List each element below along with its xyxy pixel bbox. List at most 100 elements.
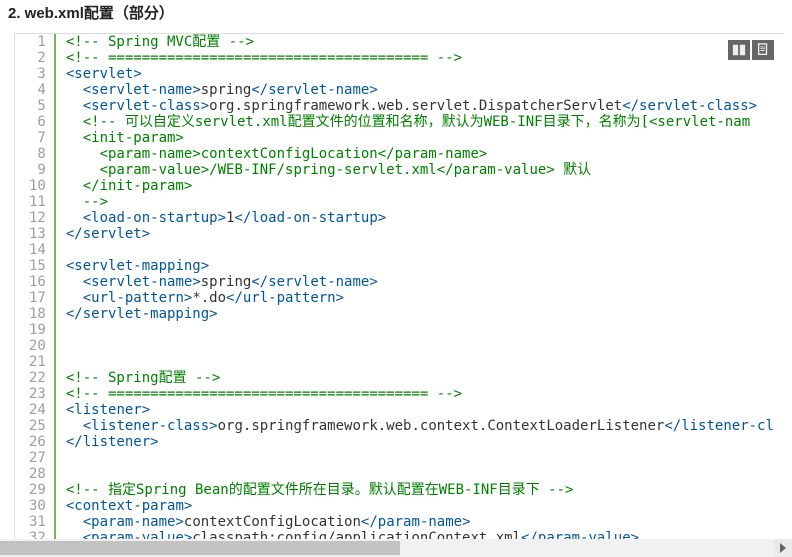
code-token: url-pattern (243, 290, 336, 306)
code-content: <param-name>contextConfigLocation</param… (55, 514, 774, 530)
code-token: < (83, 274, 91, 290)
line-number: 20 (15, 338, 55, 354)
code-token: servlet-name (268, 82, 369, 98)
code-content: </servlet> (55, 226, 774, 242)
code-token: < (83, 82, 91, 98)
code-content (55, 322, 774, 338)
code-line: 28 (15, 466, 774, 482)
code-token: servlet (83, 226, 142, 242)
code-token: org.springframework.web.servlet.Dispatch… (209, 98, 622, 114)
code-token: > (462, 514, 470, 530)
code-token: servlet-mapping (74, 258, 200, 274)
code-token: > (192, 82, 200, 98)
code-token: servlet-class (639, 98, 749, 114)
code-line: 6 <!-- 可以自定义servlet.xml配置文件的位置和名称，默认为WEB… (15, 114, 774, 130)
line-number: 12 (15, 210, 55, 226)
code-token: servlet-name (91, 82, 192, 98)
code-scroll-area[interactable]: 1 <!-- Spring MVC配置 --> 2 <!-- ============… (15, 34, 784, 549)
scrollbar-thumb[interactable] (0, 541, 400, 555)
code-token: </ (66, 226, 83, 242)
code-token: > (201, 98, 209, 114)
code-token: > (184, 498, 192, 514)
code-token: </ (66, 306, 83, 322)
code-token: < (83, 418, 91, 434)
line-number: 21 (15, 354, 55, 370)
code-toolbar (728, 40, 774, 60)
code-token: servlet (74, 66, 133, 82)
code-line: 22<!-- Spring配置 --> (15, 370, 774, 386)
line-number: 4 (15, 82, 55, 98)
code-content: <url-pattern>*.do</url-pattern> (55, 290, 774, 306)
code-content (55, 242, 774, 258)
line-number: 22 (15, 370, 55, 386)
code-line: 3<servlet> (15, 66, 774, 82)
line-number: 9 (15, 162, 55, 178)
code-line: 14 (15, 242, 774, 258)
code-line: 7 <init-param> (15, 130, 774, 146)
code-content: <!-- Spring配置 --> (55, 370, 774, 386)
code-line: 9 <param-value>/WEB-INF/spring-servlet.x… (15, 162, 774, 178)
code-token: param-name (91, 514, 175, 530)
line-number: 7 (15, 130, 55, 146)
code-token: </ (251, 82, 268, 98)
code-token: load-on-startup (251, 210, 377, 226)
line-number: 18 (15, 306, 55, 322)
code-token: </ (251, 274, 268, 290)
code-token: < (83, 98, 91, 114)
line-number: 2 (15, 50, 55, 66)
toggle-view-icon (732, 43, 746, 57)
code-line: 26</listener> (15, 434, 774, 450)
line-number: 11 (15, 194, 55, 210)
code-token: </ (664, 418, 681, 434)
code-token: > (209, 306, 217, 322)
copy-button[interactable] (752, 40, 774, 60)
code-token: <param-value>/WEB-INF/spring-servlet.xml… (100, 162, 592, 178)
code-content: <servlet-class>org.springframework.web.s… (55, 98, 774, 114)
code-content: </listener> (55, 434, 774, 450)
code-token: <!-- ===================================… (66, 386, 462, 402)
code-token: listener-class (91, 418, 209, 434)
code-content: <!-- ===================================… (55, 386, 774, 402)
code-token: listener (74, 402, 141, 418)
line-number: 26 (15, 434, 55, 450)
code-content: <load-on-startup>1</load-on-startup> (55, 210, 774, 226)
line-number: 1 (15, 34, 55, 50)
code-content (55, 466, 774, 482)
code-token: servlet-class (91, 98, 201, 114)
code-line: 19 (15, 322, 774, 338)
line-number: 8 (15, 146, 55, 162)
code-token: > (150, 434, 158, 450)
line-number: 3 (15, 66, 55, 82)
code-token: > (142, 402, 150, 418)
scroll-right-button[interactable] (774, 539, 792, 557)
code-token: spring (201, 274, 252, 290)
code-line: 23<!-- =================================… (15, 386, 774, 402)
code-line: 31 <param-name>contextConfigLocation</pa… (15, 514, 774, 530)
code-token: < (83, 290, 91, 306)
line-number: 16 (15, 274, 55, 290)
copy-icon (756, 43, 770, 57)
code-table: 1 <!-- Spring MVC配置 --> 2 <!-- ============… (15, 34, 774, 549)
line-number: 14 (15, 242, 55, 258)
line-number: 10 (15, 178, 55, 194)
code-token: > (133, 66, 141, 82)
code-line: 18 </servlet-mapping> (15, 306, 774, 322)
code-token: > (378, 210, 386, 226)
code-content: <listener-class>org.springframework.web.… (55, 418, 774, 434)
toggle-view-button[interactable] (728, 40, 750, 60)
code-token: spring (201, 82, 252, 98)
code-content: </init-param> (55, 178, 774, 194)
code-line: 10 </init-param> (15, 178, 774, 194)
horizontal-scrollbar[interactable] (0, 539, 792, 557)
code-token: </ (226, 290, 243, 306)
code-token: </ (622, 98, 639, 114)
code-token: servlet-name (268, 274, 369, 290)
code-token: > (142, 226, 150, 242)
code-token: servlet-mapping (83, 306, 209, 322)
code-token: <param-name>contextConfigLocation</param… (100, 146, 488, 162)
code-line: 29<!-- 指定Spring Bean的配置文件所在目录。默认配置在WEB-I… (15, 482, 774, 498)
chevron-right-icon (778, 543, 788, 553)
code-token: <!-- Spring MVC配置 --> (66, 34, 254, 50)
code-token: context-param (74, 498, 184, 514)
code-token: </ (66, 434, 83, 450)
